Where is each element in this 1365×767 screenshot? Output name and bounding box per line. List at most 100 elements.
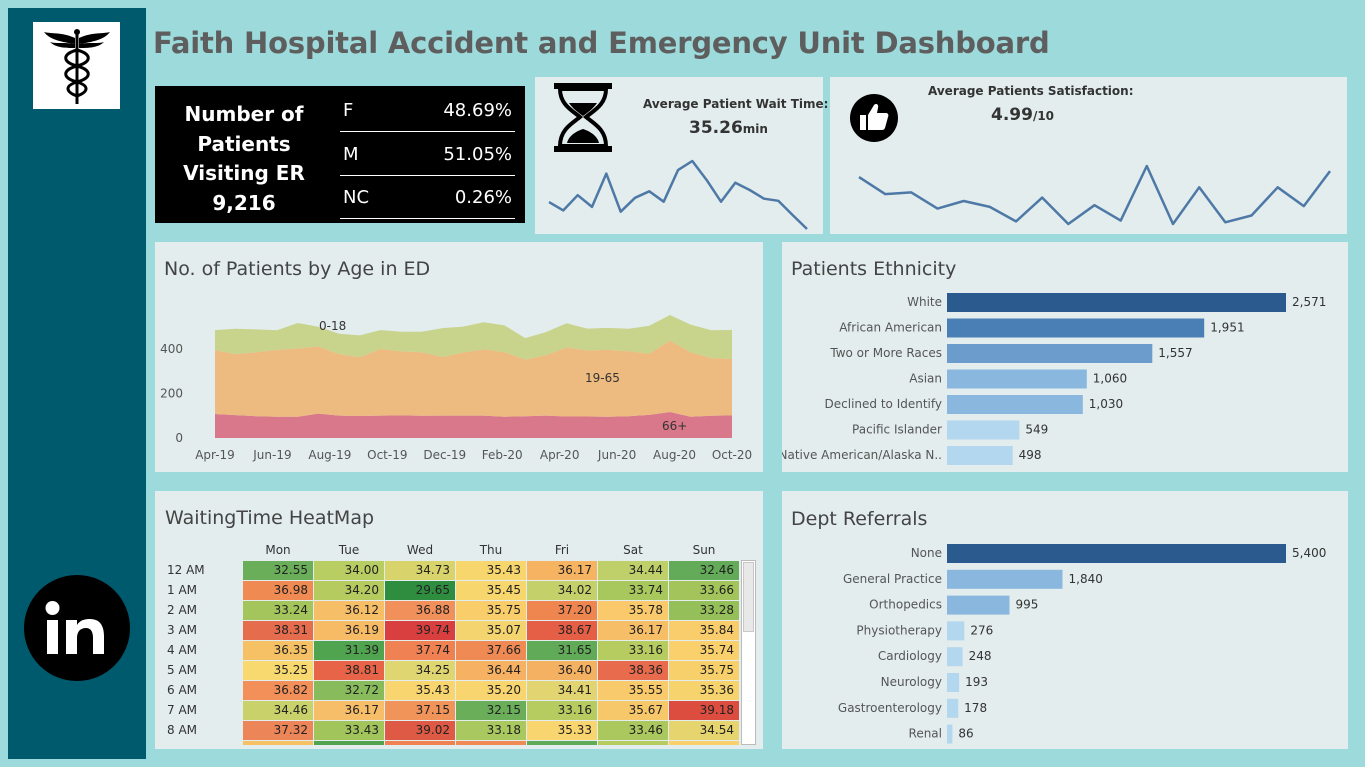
heatmap-cell: 34.44 (598, 561, 668, 580)
bar-category-label: Neurology (881, 675, 942, 689)
trend-line (548, 159, 808, 230)
heatmap-cell: 35.45 (456, 581, 526, 600)
heatmap-scrollbar[interactable] (741, 560, 756, 745)
heatmap-cell: 35.43 (456, 561, 526, 580)
ethnicity-bar-chart: White 2,571 African American 1,951 Two or Mo… (782, 293, 1326, 465)
heatmap-cell: 35.84 (669, 621, 739, 640)
hourglass-icon (553, 83, 613, 157)
heatmap-day-label: Wed (406, 543, 434, 557)
bar-category-label: Asian (909, 372, 942, 386)
heatmap-cell-partial (456, 741, 526, 745)
bar-value-label: 178 (964, 701, 987, 715)
heatmap-cell: 39.18 (669, 701, 739, 720)
heatmap-cell: 33.24 (243, 601, 313, 620)
bar-category-label: Native American/Alaska N.. (782, 448, 942, 462)
gender-row: NC 0.26% (340, 176, 515, 219)
bar-category-label: Physiotherapy (856, 623, 942, 637)
patients-label-line3: Visiting ER (183, 161, 305, 185)
bar (947, 724, 953, 744)
heatmap-day-label: Sat (623, 543, 643, 557)
heatmap-cell: 34.54 (669, 721, 739, 740)
heatmap-cell: 36.12 (314, 601, 384, 620)
satisfaction-unit: /10 (1032, 109, 1055, 123)
heatmap-day-label: Fri (554, 543, 570, 557)
bar-category-label: None (911, 546, 942, 560)
heatmap-hour-label: 4 AM (167, 643, 198, 657)
heatmap-cell: 36.19 (314, 621, 384, 640)
heatmap-cell: 33.46 (598, 721, 668, 740)
trend-line (858, 164, 1332, 226)
heatmap-cell: 33.16 (527, 701, 597, 720)
wait-time-sparkline (548, 159, 808, 230)
heatmap-cell: 32.46 (669, 561, 739, 580)
heatmap-cell-partial (314, 741, 384, 745)
heatmap-cell: 34.25 (385, 661, 455, 680)
bar-category-label: African American (839, 321, 942, 335)
bar (947, 293, 1286, 312)
bar-value-label: 86 (958, 727, 973, 741)
bar-value-label: 1,951 (1210, 321, 1244, 335)
bar-value-label: 1,840 (1069, 572, 1103, 586)
bar (947, 698, 959, 718)
heatmap-cell: 36.82 (243, 681, 313, 700)
gender-pct: 0.26% (454, 186, 512, 208)
wait-time-label: Average Patient Wait Time: (643, 97, 829, 111)
area-label: 0-18 (319, 319, 346, 333)
bar (947, 446, 1013, 465)
heatmap-cell: 36.17 (598, 621, 668, 640)
bar (947, 395, 1083, 414)
heatmap-cell: 34.46 (243, 701, 313, 720)
gender-code: F (343, 99, 354, 121)
bar-value-label: 1,060 (1093, 372, 1127, 386)
heatmap-cell: 37.74 (385, 641, 455, 660)
scrollbar-thumb[interactable] (743, 562, 754, 632)
bar (947, 344, 1153, 363)
heatmap-cell: 35.25 (243, 661, 313, 680)
heatmap-hour-label: 2 AM (167, 603, 198, 617)
heatmap-hour-label: 8 AM (167, 723, 198, 737)
heatmap-day-label: Thu (479, 543, 503, 557)
heatmap-day-label: Tue (338, 543, 360, 557)
heatmap-cell: 38.81 (314, 661, 384, 680)
bar-value-label: 549 (1025, 423, 1048, 437)
heatmap-hour-label: 7 AM (167, 703, 198, 717)
heatmap-cell: 36.98 (243, 581, 313, 600)
bar-value-label: 193 (965, 675, 988, 689)
heatmap-cell: 39.02 (385, 721, 455, 740)
heatmap-cell-partial (669, 741, 739, 745)
x-tick-label: Jun-19 (252, 448, 291, 462)
y-tick-label: 200 (160, 387, 183, 401)
x-tick-label: Apr-19 (195, 448, 235, 462)
referral-title: Dept Referrals (791, 508, 928, 530)
heatmap-cell: 35.55 (598, 681, 668, 700)
bar (947, 595, 1010, 615)
heatmap-cell: 36.40 (527, 661, 597, 680)
heatmap-cell: 36.35 (243, 641, 313, 660)
bar-category-label: White (907, 295, 942, 309)
x-tick-label: Aug-19 (308, 448, 351, 462)
heatmap-cell: 32.55 (243, 561, 313, 580)
gender-pct: 48.69% (443, 99, 512, 121)
heatmap-cell: 36.17 (314, 701, 384, 720)
heatmap-cell: 36.17 (527, 561, 597, 580)
satisfaction-number: 4.99 (991, 105, 1033, 125)
y-tick-label: 0 (175, 431, 183, 445)
heatmap-cell: 33.16 (598, 641, 668, 660)
heatmap-day-label: Sun (692, 543, 716, 557)
heatmap-cell: 34.41 (527, 681, 597, 700)
bar-category-label: Pacific Islander (852, 423, 942, 437)
x-tick-label: Dec-19 (423, 448, 466, 462)
bar (947, 621, 965, 641)
linkedin-icon[interactable] (24, 575, 130, 681)
heatmap-cell-partial (385, 741, 455, 745)
heatmap-hour-label: 1 AM (167, 583, 198, 597)
gender-code: NC (343, 186, 370, 208)
heatmap-cell: 39.74 (385, 621, 455, 640)
heatmap-cell-partial (243, 741, 313, 745)
x-tick-label: Feb-20 (482, 448, 523, 462)
wait-time-number: 35.26 (689, 118, 743, 138)
bar-value-label: 995 (1015, 598, 1038, 612)
heatmap-title: WaitingTime HeatMap (165, 507, 375, 529)
area-label: 66+ (662, 419, 687, 433)
satisfaction-sparkline (858, 164, 1332, 226)
